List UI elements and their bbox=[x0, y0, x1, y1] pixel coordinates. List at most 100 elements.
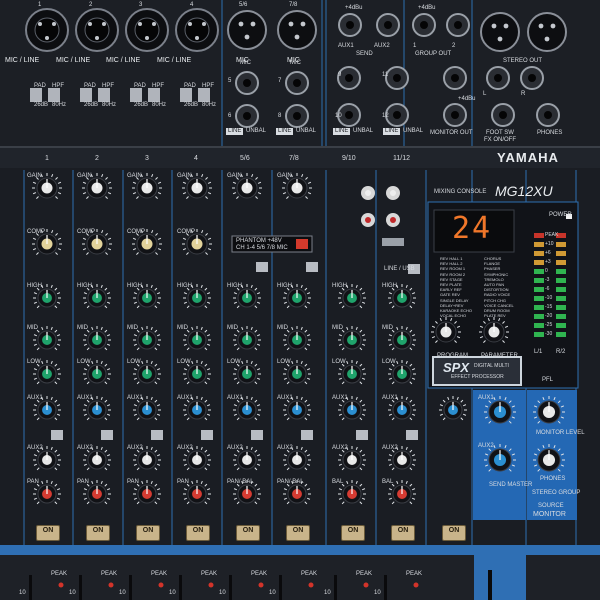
pre-button[interactable] bbox=[101, 430, 113, 440]
hpf-switch[interactable] bbox=[48, 88, 60, 102]
channel-on-button[interactable]: ON bbox=[341, 525, 365, 541]
usb-port[interactable] bbox=[382, 238, 404, 246]
group-out-2: 2 bbox=[452, 43, 456, 49]
aux1-label: AUX1 bbox=[177, 395, 193, 401]
pad-switch[interactable] bbox=[130, 88, 142, 102]
low-label: LOW bbox=[177, 359, 191, 365]
peak-label: PEAK bbox=[356, 571, 373, 577]
channel-on-button[interactable]: ON bbox=[86, 525, 110, 541]
channel-on-button[interactable]: ON bbox=[136, 525, 160, 541]
ch56-unbal-label: UNBAL bbox=[246, 128, 267, 134]
pre-button[interactable] bbox=[201, 430, 213, 440]
channel-on-button[interactable]: ON bbox=[442, 525, 466, 541]
pre-button[interactable] bbox=[251, 430, 263, 440]
fader-slot[interactable] bbox=[229, 575, 232, 600]
aux1-label: AUX1 bbox=[332, 395, 348, 401]
fader-slot[interactable] bbox=[334, 575, 337, 600]
jack-pin bbox=[145, 36, 149, 40]
meter-led-r bbox=[556, 278, 566, 283]
monitor-section-label: MONITOR bbox=[533, 511, 566, 518]
pad-switch[interactable] bbox=[30, 88, 42, 102]
pfl-label: PFL bbox=[542, 377, 554, 383]
ch56-mic-label: MIC bbox=[240, 60, 251, 66]
pad-switch[interactable] bbox=[180, 88, 192, 102]
hpf-button[interactable] bbox=[256, 262, 268, 272]
fader-mark: 10 bbox=[219, 590, 226, 596]
jack-hole bbox=[293, 79, 301, 87]
xlr-jack-78[interactable] bbox=[277, 10, 317, 50]
aux2-label: AUX2 bbox=[277, 445, 293, 451]
pre-button[interactable] bbox=[356, 430, 368, 440]
fx-program-item: VOCAL ECHO bbox=[440, 313, 467, 319]
fader-slot[interactable] bbox=[79, 575, 82, 600]
xlr-jack-56[interactable] bbox=[227, 10, 267, 50]
ch4-jack-label: MIC / LINE bbox=[157, 57, 192, 64]
channel-on-button[interactable]: ON bbox=[391, 525, 415, 541]
low-label: LOW bbox=[382, 359, 396, 365]
channel-on-button[interactable]: ON bbox=[236, 525, 260, 541]
stereo-out-xlr-l[interactable] bbox=[480, 12, 520, 52]
aux-send-label: SEND bbox=[356, 51, 373, 57]
jack-pin bbox=[244, 34, 250, 40]
stereo-out-r: R bbox=[521, 91, 526, 97]
ch910-unbal-label: UNBAL bbox=[353, 128, 374, 134]
channel-on-button[interactable]: ON bbox=[186, 525, 210, 541]
fader-slot[interactable] bbox=[129, 575, 132, 600]
gain-label: GAIN bbox=[77, 173, 92, 179]
pre-button[interactable] bbox=[151, 430, 163, 440]
peak-led bbox=[208, 582, 214, 588]
strip-num-1112: 11/12 bbox=[393, 155, 410, 162]
pre-button[interactable] bbox=[301, 430, 313, 440]
fx-program-display: 24 bbox=[452, 211, 493, 246]
line-usb-label: LINE / USB bbox=[384, 266, 415, 272]
aux2-label: AUX2 bbox=[177, 445, 193, 451]
fader-slot[interactable] bbox=[179, 575, 182, 600]
jack-hole bbox=[544, 111, 552, 119]
meter-scale-mark: PEAK bbox=[545, 232, 559, 238]
hpf-switch[interactable] bbox=[98, 88, 110, 102]
fader-slot[interactable] bbox=[279, 575, 282, 600]
ch78-mic-label: MIC bbox=[290, 60, 301, 66]
program-label: PROGRAM bbox=[437, 353, 469, 359]
master-aux1-label: AUX1 bbox=[478, 395, 494, 401]
jack-hole bbox=[243, 79, 251, 87]
strip-num-56: 5/6 bbox=[240, 155, 250, 162]
jack-hole bbox=[346, 21, 354, 29]
jack-pin bbox=[497, 36, 503, 42]
jack-pin bbox=[152, 22, 156, 26]
meter-led-l bbox=[534, 314, 544, 319]
master-fader-slot[interactable] bbox=[488, 570, 492, 600]
high-label: HIGH bbox=[382, 283, 397, 289]
stereo-out-xlr-r[interactable] bbox=[527, 12, 567, 52]
jack10-num: 10 bbox=[335, 113, 342, 119]
aux2-label: AUX2 bbox=[382, 445, 398, 451]
hpf-switch[interactable] bbox=[148, 88, 160, 102]
send-master-label: SEND MASTER bbox=[489, 482, 533, 488]
pre-button[interactable] bbox=[406, 430, 418, 440]
meter-r-label: R/2 bbox=[556, 349, 566, 355]
ch78-jack8-num: 8 bbox=[278, 113, 282, 119]
channel-on-button[interactable]: ON bbox=[36, 525, 60, 541]
fader-slot[interactable] bbox=[384, 575, 387, 600]
fader-slot[interactable] bbox=[29, 575, 32, 600]
jack-hole bbox=[243, 112, 251, 120]
meter-scale-mark: -25 bbox=[545, 322, 553, 328]
jack-pin bbox=[52, 22, 56, 26]
low-label: LOW bbox=[127, 359, 141, 365]
channel-on-button[interactable]: ON bbox=[286, 525, 310, 541]
pre-button[interactable] bbox=[51, 430, 63, 440]
meter-led-r bbox=[556, 305, 566, 310]
jack-pin bbox=[503, 23, 509, 29]
hpf-button[interactable] bbox=[306, 262, 318, 272]
jack-pin bbox=[188, 22, 192, 26]
phantom-switch[interactable] bbox=[296, 239, 308, 249]
jack11-num: 11 bbox=[382, 72, 389, 78]
meter-led-l bbox=[534, 278, 544, 283]
aux2-label: AUX2 bbox=[27, 445, 43, 451]
hpf-switch[interactable] bbox=[198, 88, 210, 102]
ch4-hpf-label: HPF bbox=[202, 83, 214, 89]
jack-hole bbox=[454, 21, 462, 29]
jack-pin bbox=[195, 36, 199, 40]
pad-switch[interactable] bbox=[80, 88, 92, 102]
mid-label: MID bbox=[177, 325, 188, 331]
